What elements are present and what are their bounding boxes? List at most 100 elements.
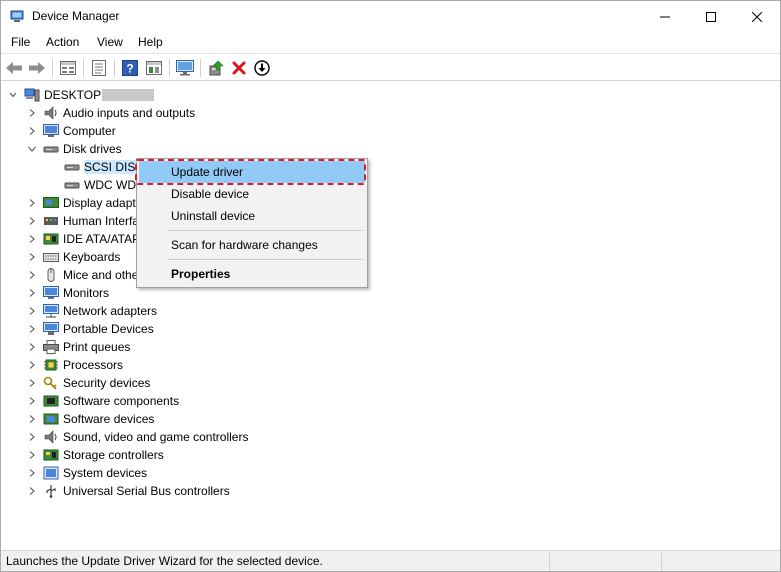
back-button[interactable] [4,58,24,78]
expand-chevron-icon[interactable] [26,287,38,299]
maximize-button[interactable] [688,1,734,32]
expand-chevron-icon[interactable] [26,413,38,425]
processor-icon [44,359,58,371]
tree-category-usb[interactable]: Universal Serial Bus controllers [26,482,230,500]
tree-category-software-devices[interactable]: Software devices [26,410,154,428]
tree-category-portable[interactable]: Portable Devices [26,320,154,338]
expand-chevron-icon[interactable] [26,341,38,353]
monitor-icon [43,286,59,299]
tree-category-storage[interactable]: Storage controllers [26,446,164,464]
help-button[interactable]: ? [120,58,140,78]
tree-category-disk-drives[interactable]: Disk drives [26,140,122,158]
uninstall-button[interactable] [229,58,249,78]
tree-category-audio[interactable]: Audio inputs and outputs [26,104,195,122]
menu-item-properties[interactable]: Properties [139,263,365,285]
tree-category-sound[interactable]: Sound, video and game controllers [26,428,248,446]
menu-item-disable-device[interactable]: Disable device [139,183,365,205]
storage-controller-icon [43,449,59,461]
tree-category-monitors[interactable]: Monitors [26,284,109,302]
mouse-icon [47,268,55,282]
collapse-chevron-icon[interactable] [26,143,38,155]
expand-chevron-icon[interactable] [26,107,38,119]
expand-chevron-icon[interactable] [26,485,38,497]
expand-chevron-icon[interactable] [26,395,38,407]
speaker-icon [44,106,57,120]
collapse-chevron-icon[interactable] [7,89,19,101]
scan-hardware-button[interactable] [175,58,195,78]
category-label: Print queues [63,340,131,354]
enable-device-button[interactable] [252,58,272,78]
tree-category-security[interactable]: Security devices [26,374,150,392]
category-label: Processors [63,358,124,372]
tree-category-system[interactable]: System devices [26,464,147,482]
title-bar[interactable]: Device Manager [1,1,780,32]
expand-chevron-icon[interactable] [26,431,38,443]
expand-chevron-icon[interactable] [26,215,38,227]
uninstall-x-icon [232,61,246,75]
menu-view[interactable]: View [97,35,123,49]
security-key-icon [43,376,57,390]
tree-category-computer[interactable]: Computer [26,122,116,140]
expand-chevron-icon[interactable] [26,305,38,317]
forward-button[interactable] [27,58,47,78]
download-circle-icon [254,60,270,76]
tree-device-scsi-disk[interactable]: SCSI DISK [62,158,144,176]
properties-button[interactable] [58,58,78,78]
computer-icon [43,124,59,137]
tree-device-wdc[interactable]: WDC WD [62,176,136,194]
category-label: Software components [63,394,180,408]
menu-file[interactable]: File [11,35,30,49]
expand-chevron-icon[interactable] [26,269,38,281]
menu-item-uninstall-device[interactable]: Uninstall device [139,205,365,227]
device-label-selected: SCSI DISK [84,160,144,174]
close-button[interactable] [734,1,780,32]
tree-category-processors[interactable]: Processors [26,356,123,374]
status-text: Launches the Update Driver Wizard for th… [6,554,323,568]
toolbar-separator [52,59,53,77]
context-menu: Update driver Disable device Uninstall d… [136,158,368,288]
update-driver-button[interactable] [206,58,226,78]
menu-action[interactable]: Action [46,35,79,49]
toolbar-separator [83,59,84,77]
category-label: System devices [63,466,148,480]
toolbar-separator [200,59,201,77]
minimize-button[interactable] [642,1,688,32]
redacted-computer-name [102,89,155,101]
menu-separator [167,230,363,231]
tree-category-software-components[interactable]: Software components [26,392,179,410]
expand-chevron-icon[interactable] [26,359,38,371]
view-resources-icon [146,61,162,75]
toolbar-separator [114,59,115,77]
tree-category-keyboards[interactable]: Keyboards [26,248,120,266]
expand-chevron-icon[interactable] [26,377,38,389]
expand-chevron-icon[interactable] [26,467,38,479]
menu-help[interactable]: Help [138,35,163,49]
menu-item-scan-hardware[interactable]: Scan for hardware changes [139,234,365,256]
sound-icon [44,430,57,444]
category-label: Portable Devices [63,322,154,336]
keyboard-icon [43,253,59,262]
expand-chevron-icon[interactable] [26,323,38,335]
tree-root[interactable]: DESKTOP [7,86,155,104]
expand-chevron-icon[interactable] [26,449,38,461]
tree-category-network[interactable]: Network adapters [26,302,157,320]
system-device-icon [43,466,59,480]
close-icon [752,11,762,22]
tree-category-print-queues[interactable]: Print queues [26,338,130,356]
expand-chevron-icon[interactable] [26,125,38,137]
expand-chevron-icon[interactable] [26,233,38,245]
expand-chevron-icon[interactable] [26,197,38,209]
help-icon: ? [122,60,138,76]
monitor-icon [176,60,194,76]
tree-category-display-adapters[interactable]: Display adapters [26,194,152,212]
device-list-button[interactable] [89,58,109,78]
hid-icon [44,217,58,225]
view-resources-button[interactable] [144,58,164,78]
update-driver-icon [209,60,224,76]
device-label: WDC WD [84,178,136,192]
expand-chevron-icon[interactable] [26,251,38,263]
menu-item-update-driver[interactable]: Update driver [139,161,365,183]
maximize-icon [706,11,716,22]
printer-icon [43,340,59,354]
computer-root-icon [24,88,40,102]
